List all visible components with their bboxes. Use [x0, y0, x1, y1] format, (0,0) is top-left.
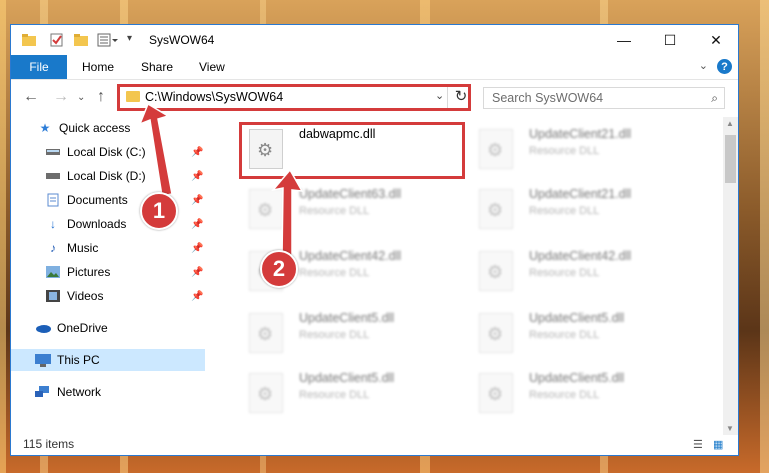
step-1-badge: 1	[140, 192, 178, 230]
arrow-to-address-bar	[138, 102, 173, 197]
annotation-arrows	[138, 102, 304, 259]
arrow-to-file	[271, 168, 304, 259]
step-2-badge: 2	[260, 250, 298, 288]
